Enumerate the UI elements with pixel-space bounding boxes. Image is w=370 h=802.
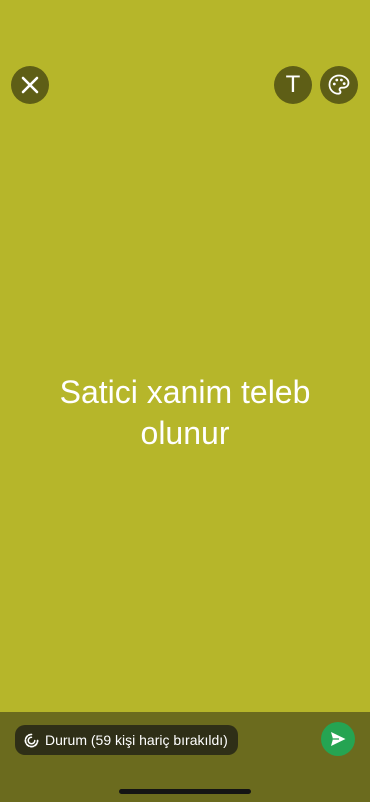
text-tool-icon: T	[285, 71, 301, 98]
home-indicator[interactable]	[119, 789, 251, 794]
send-icon	[331, 732, 346, 746]
status-text[interactable]: Satici xanim teleb olunur	[0, 372, 370, 454]
close-icon	[21, 76, 39, 94]
status-ring-icon	[24, 733, 39, 747]
palette-icon	[328, 74, 350, 95]
audience-selector[interactable]: Durum (59 kişi hariç bırakıldı)	[15, 725, 238, 755]
close-button[interactable]	[11, 66, 49, 104]
audience-label: Durum (59 kişi hariç bırakıldı)	[45, 732, 228, 748]
send-button[interactable]	[321, 722, 355, 756]
color-palette-button[interactable]	[320, 66, 358, 104]
status-canvas	[0, 0, 370, 712]
text-tool-button[interactable]: T	[274, 66, 312, 104]
